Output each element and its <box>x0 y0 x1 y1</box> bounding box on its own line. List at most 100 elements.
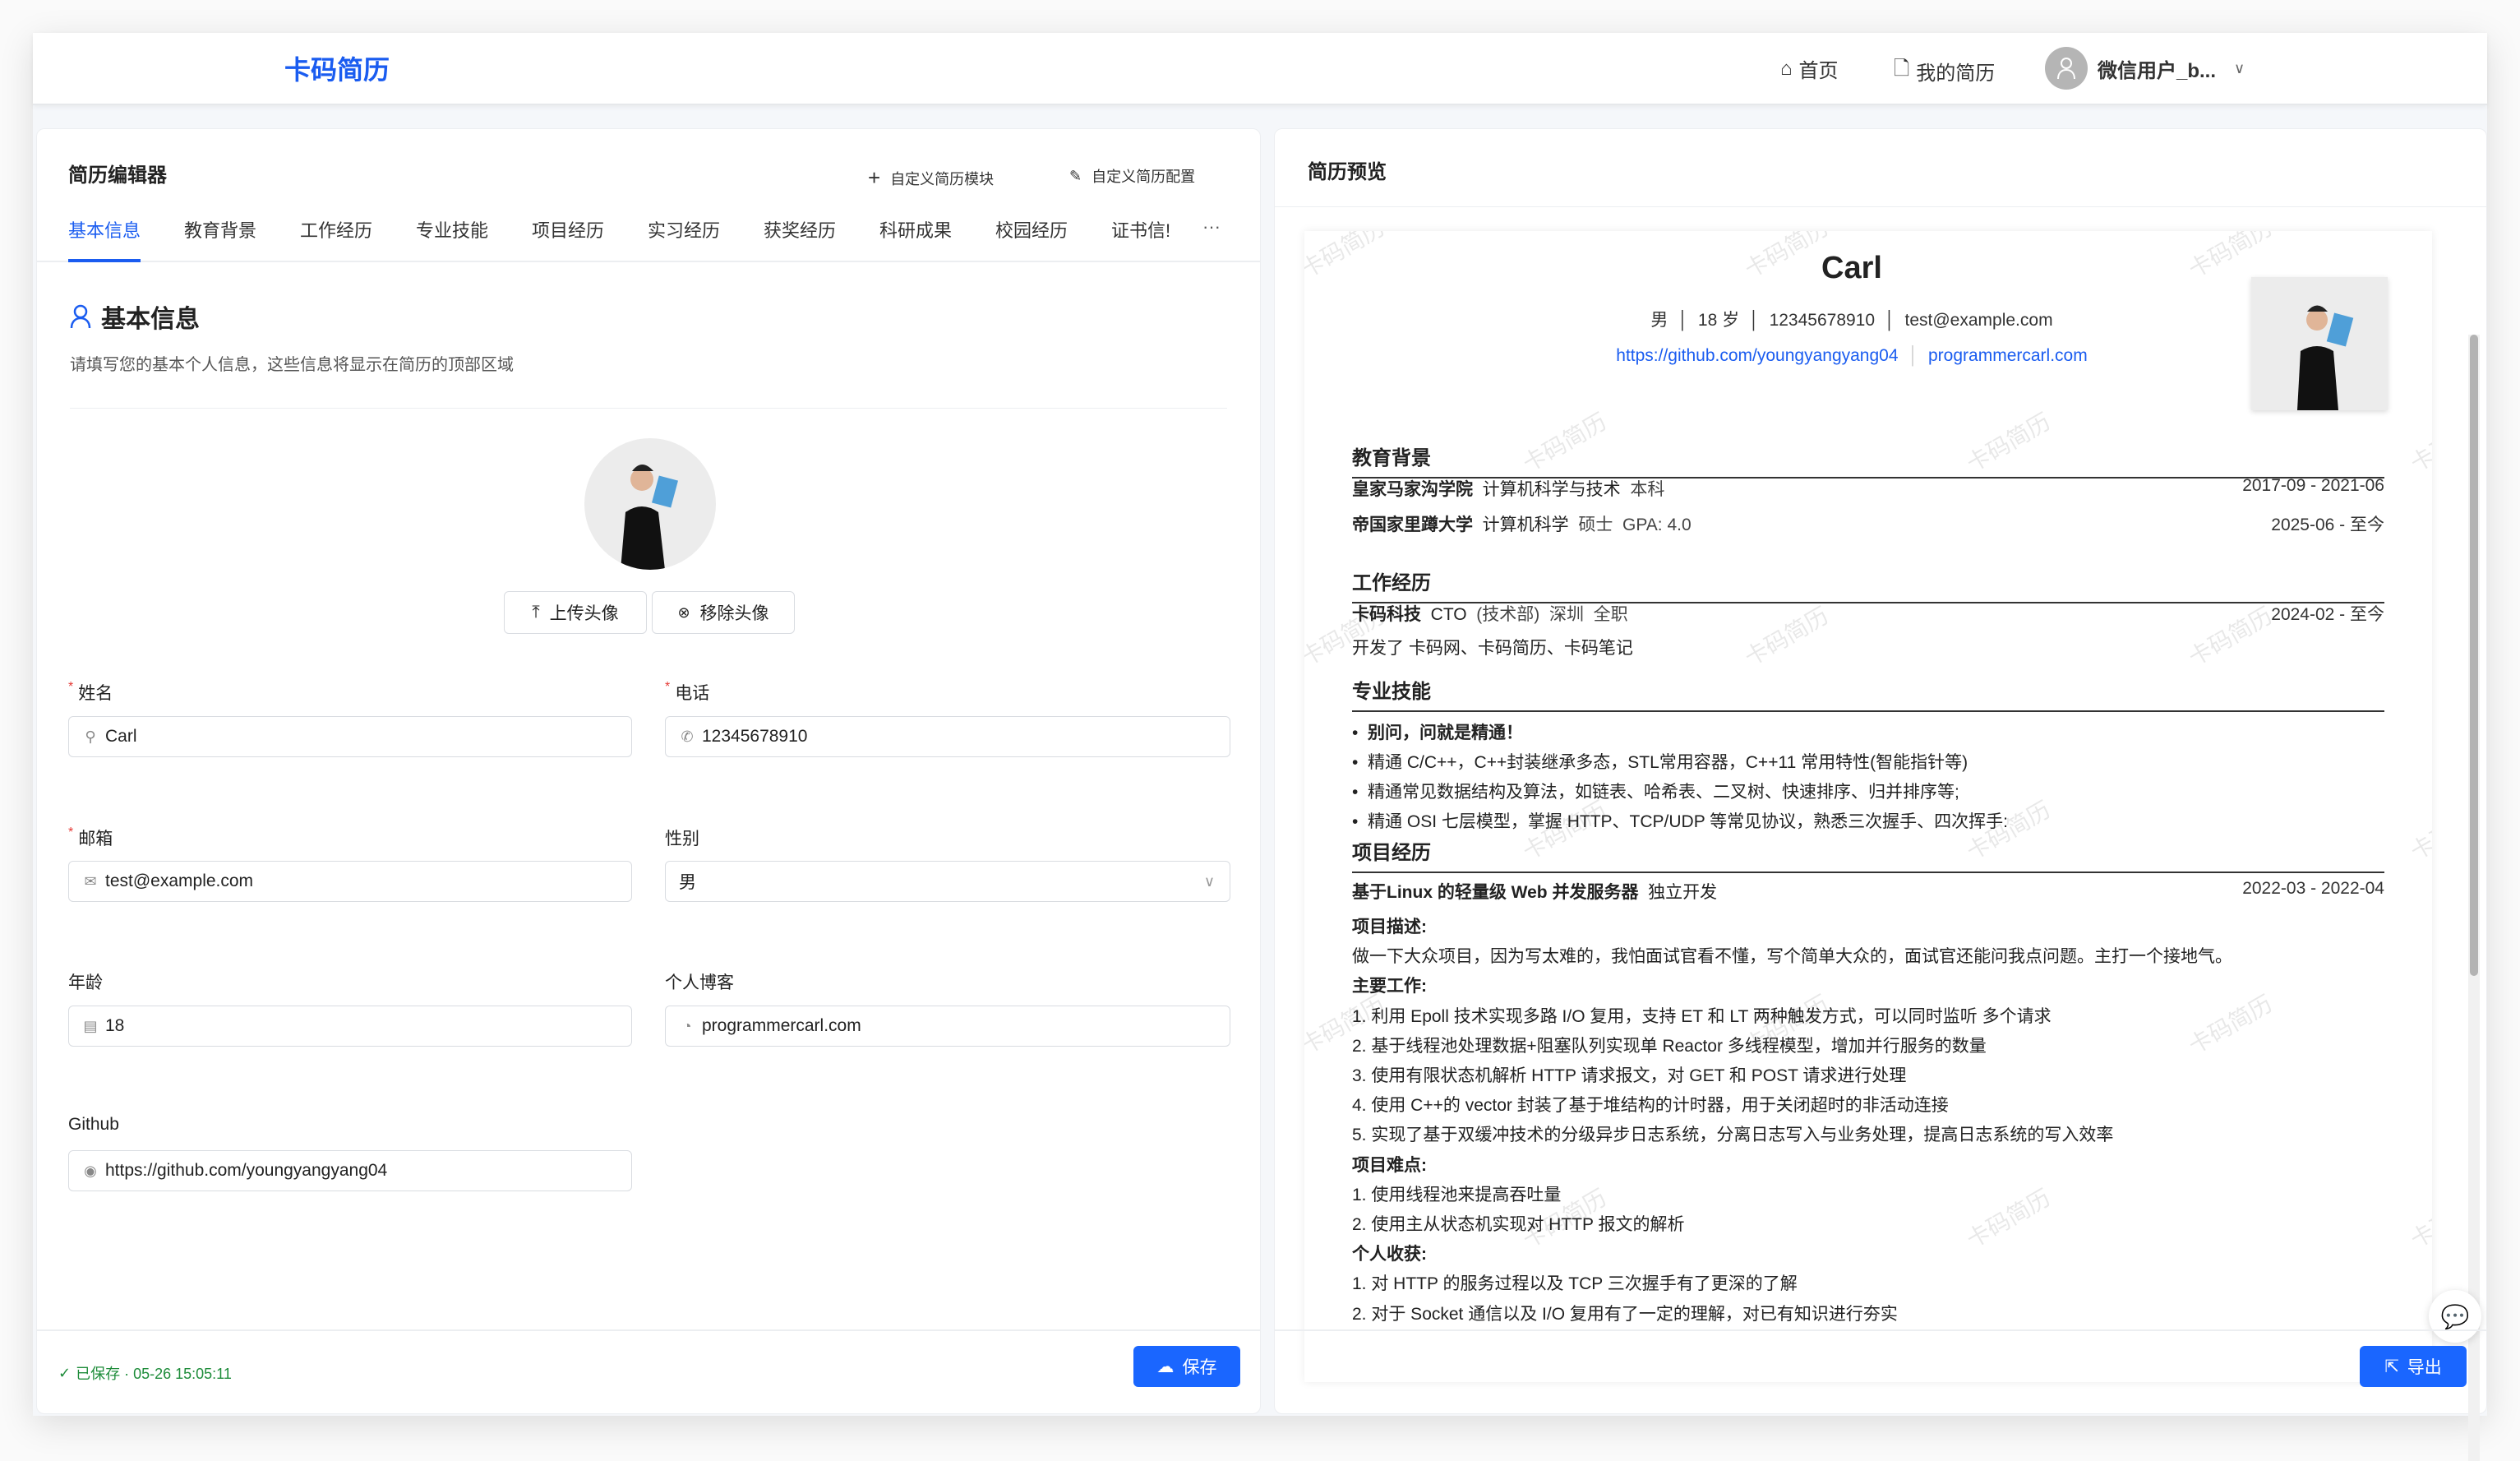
tab-7[interactable]: 科研成果 <box>879 216 952 243</box>
upload-avatar-label: 上传头像 <box>550 600 619 625</box>
project-line: 1. 利用 Epoll 技术实现多路 I/O 复用，支持 ET 和 LT 两种触… <box>1352 1003 2384 1028</box>
skill-item: • 别问，问就是精通！ <box>1352 719 2384 744</box>
email-label: *邮箱 <box>68 825 113 850</box>
phone-input[interactable]: ✆ 12345678910 <box>665 716 1230 757</box>
project-line: 2. 对于 Socket 通信以及 I/O 复用有了一定的理解，对已有知识进行夯… <box>1352 1301 2384 1325</box>
person-photo-icon <box>584 438 716 570</box>
upload-avatar-button[interactable]: ⤒ 上传头像 <box>504 591 647 634</box>
user-icon <box>2056 56 2077 81</box>
tab-5[interactable]: 实习经历 <box>648 216 720 243</box>
skill-item: • 精通 C/C++，C++封装继承多态，STL常用容器，C++11 常用特性(… <box>1352 749 2384 774</box>
preview-scrollbar[interactable] <box>2468 335 2480 1461</box>
section-heading: 项目经历 <box>1352 836 2384 873</box>
skill-item: • 精通常见数据结构及算法，如链表、哈希表、二叉树、快速排序、归并排序等; <box>1352 779 2384 803</box>
resume-email: test@example.com <box>1905 311 2053 330</box>
check-circle-icon: ✓ <box>58 1365 71 1382</box>
document-icon: 🗋 <box>1894 54 1909 88</box>
blog-input[interactable]: ◔programmercarl.com <box>665 1006 1230 1047</box>
github-input[interactable]: ◉https://github.com/youngyangyang04 <box>68 1150 632 1191</box>
resume-blog-link[interactable]: programmercarl.com <box>1928 346 2088 365</box>
project-line: 项目描述: <box>1352 913 2384 938</box>
profile-photo <box>584 438 716 570</box>
tab-3[interactable]: 专业技能 <box>416 216 488 243</box>
project-line: 1. 使用线程池来提高吞吐量 <box>1352 1181 2384 1206</box>
remove-avatar-label: 移除头像 <box>700 600 769 625</box>
section-heading: 专业技能 <box>1352 675 2384 712</box>
gender-select[interactable]: 男∨ <box>665 861 1230 902</box>
save-status: ✓ 已保存 · 05-26 15:05:11 <box>58 1362 232 1384</box>
project-item: 基于Linux 的轻量级 Web 并发服务器 独立开发2022-03 - 202… <box>1352 879 2384 904</box>
tab-1[interactable]: 教育背景 <box>184 216 256 243</box>
save-status-text: 已保存 · 05-26 15:05:11 <box>76 1362 232 1384</box>
wechat-icon: 💬 <box>2441 1303 2470 1330</box>
resume-phone: 12345678910 <box>1770 311 1875 330</box>
phone-label: *电话 <box>665 680 709 705</box>
preview-title: 简历预览 <box>1308 155 1387 184</box>
name-label: *姓名 <box>68 680 113 705</box>
watermark: 卡码简历 <box>2404 1181 2432 1255</box>
person-photo-icon <box>2251 277 2388 410</box>
section-subtitle: 请填写您的基本个人信息，这些信息将显示在简历的顶部区域 <box>70 351 514 375</box>
tab-6[interactable]: 获奖经历 <box>764 216 836 243</box>
tabs-more-button[interactable]: ··· <box>1202 216 1221 238</box>
section-heading: 工作经历 <box>1352 566 2384 603</box>
section-title: 基本信息 <box>70 298 200 335</box>
user-icon <box>70 304 91 329</box>
export-icon: ⇱ <box>2384 1357 2399 1377</box>
project-line: 主要工作: <box>1352 973 2384 997</box>
resume-github-link[interactable]: https://github.com/youngyangyang04 <box>1616 346 1898 365</box>
top-header: 卡码简历 ⌂ 首页 🗋我的简历 微信用户_b...∨ <box>33 33 2487 105</box>
age-input[interactable]: ▤ 18 <box>68 1006 632 1047</box>
id-card-icon: ▤ <box>82 1018 99 1035</box>
user-menu[interactable]: 微信用户_b...∨ <box>2098 54 2245 83</box>
work-item: 卡码科技 CTO (技术部) 深圳 全职2024-02 - 至今 <box>1352 601 2384 626</box>
education-item: 帝国家里蹲大学 计算机科学 硕士 GPA: 4.02025-06 - 至今 <box>1352 511 2384 536</box>
age-value: 18 <box>105 1016 124 1036</box>
age-label: 年龄 <box>68 969 103 994</box>
email-value: test@example.com <box>105 872 253 891</box>
user-icon: ⚲ <box>82 728 99 746</box>
preview-footer: ⇱ 导出 <box>1275 1329 2486 1413</box>
nav-home[interactable]: ⌂ 首页 <box>1780 54 1839 83</box>
cloud-upload-icon: ☁ <box>1157 1357 1175 1377</box>
nav-my-resume[interactable]: 🗋我的简历 <box>1894 54 1995 88</box>
nav-my-resume-label: 我的简历 <box>1916 57 1995 86</box>
editor-panel: 简历编辑器 +自定义简历模块 ✎自定义简历配置 基本信息教育背景工作经历专业技能… <box>36 128 1261 1414</box>
close-circle-icon: ⊗ <box>677 604 690 622</box>
preview-panel: 简历预览 卡码简历卡码简历卡码简历卡码简历卡码简历卡码简历卡码简历卡码简历卡码简… <box>1274 128 2487 1414</box>
github-label: Github <box>68 1115 119 1135</box>
home-icon: ⌂ <box>1780 58 1793 81</box>
mail-icon: ✉ <box>82 873 99 890</box>
remove-avatar-button[interactable]: ⊗ 移除头像 <box>652 591 795 634</box>
name-input[interactable]: ⚲Carl <box>68 716 632 757</box>
resume-photo <box>2251 277 2388 410</box>
nav-home-label: 首页 <box>1799 54 1839 83</box>
blog-value: programmercarl.com <box>702 1016 861 1036</box>
work-description: 开发了 卡码网、卡码简历、卡码笔记 <box>1352 635 2384 659</box>
user-avatar[interactable] <box>2045 47 2088 90</box>
email-input[interactable]: ✉ test@example.com <box>68 861 632 902</box>
tab-8[interactable]: 校园经历 <box>995 216 1068 243</box>
section-heading: 教育背景 <box>1352 442 2384 479</box>
logo[interactable]: 卡码简历 <box>284 49 390 87</box>
tab-2[interactable]: 工作经历 <box>300 216 372 243</box>
watermark: 卡码简历 <box>2404 793 2432 867</box>
editor-footer: ✓ 已保存 · 05-26 15:05:11 ☁保存 <box>37 1329 1260 1413</box>
phone-icon: ✆ <box>679 728 695 746</box>
upload-icon: ⤒ <box>532 603 539 622</box>
save-button[interactable]: ☁保存 <box>1133 1346 1240 1387</box>
project-line: 个人收获: <box>1352 1241 2384 1265</box>
tab-4[interactable]: 项目经历 <box>532 216 604 243</box>
section-tabs: 基本信息 教育背景 工作经历 专业技能 项目经历 实习经历 获奖经历 科研成果 校园经历 证书信!… <box>37 159 1260 262</box>
gender-value: 男 <box>679 869 696 894</box>
scrollbar-thumb[interactable] <box>2470 335 2478 976</box>
export-label: 导出 <box>2407 1354 2442 1379</box>
export-button[interactable]: ⇱ 导出 <box>2360 1346 2467 1387</box>
phone-value: 12345678910 <box>702 727 807 747</box>
blog-label: 个人博客 <box>665 969 734 994</box>
tab-9[interactable]: 证书信! <box>1111 216 1172 243</box>
chevron-down-icon: ∨ <box>1204 873 1215 890</box>
project-line: 3. 使用有限状态机解析 HTTP 请求报文，对 GET 和 POST 请求进行… <box>1352 1062 2384 1087</box>
resume-age: 18 岁 <box>1698 311 1739 330</box>
tab-0[interactable]: 基本信息 <box>68 216 141 243</box>
